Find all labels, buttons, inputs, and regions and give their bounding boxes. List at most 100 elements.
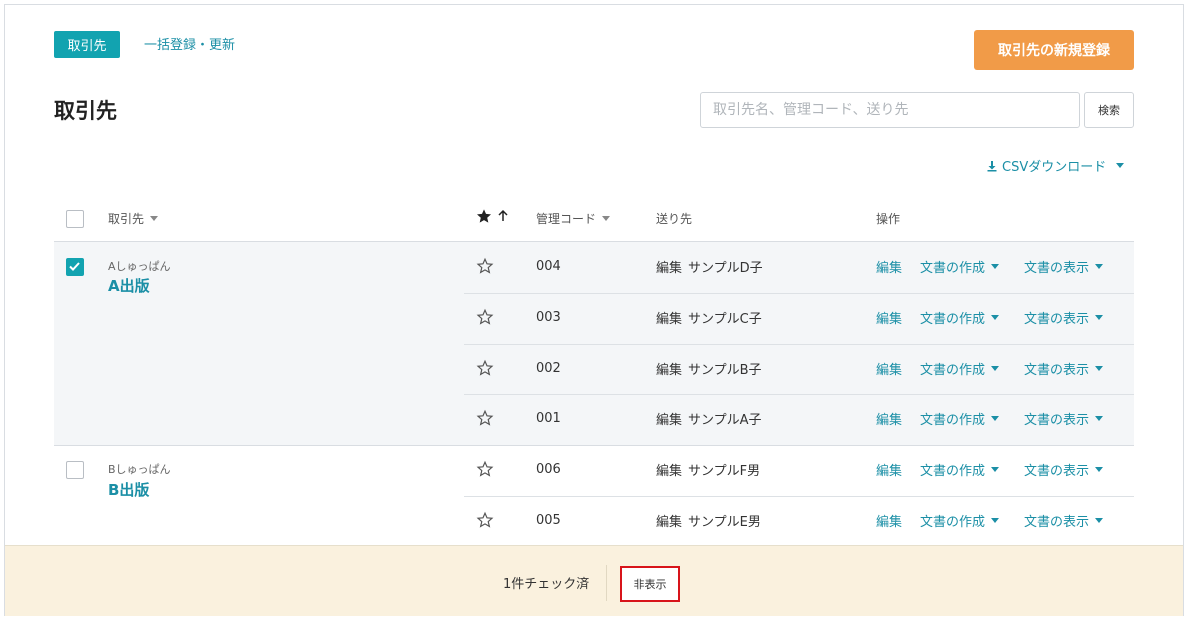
destination-edit-link[interactable]: 編集 [656,359,682,378]
row-divider [464,394,1134,395]
chevron-down-icon [991,314,1000,320]
show-document-dropdown[interactable]: 文書の表示 [1024,510,1104,530]
selection-footer [5,545,1183,616]
destination-cell: 編集 サンプルB子 [656,358,762,378]
create-document-dropdown[interactable]: 文書の作成 [920,459,1000,479]
chevron-down-icon [991,365,1000,371]
chevron-down-icon [1095,365,1104,371]
show-document-label: 文書の表示 [1024,260,1090,276]
show-document-dropdown[interactable]: 文書の表示 [1024,256,1104,276]
destination-name: サンプルA子 [688,412,762,428]
row-divider [464,496,1134,497]
arrow-up-icon [498,209,508,221]
header-code-label: 管理コード [536,212,597,226]
header-partner-label: 取引先 [108,212,145,226]
code-cell: 006 [536,461,561,477]
edit-link[interactable]: 編集 [876,256,902,276]
checked-count: 1件チェック済 [503,577,590,592]
show-document-dropdown[interactable]: 文書の表示 [1024,307,1104,327]
edit-link[interactable]: 編集 [876,459,902,479]
edit-link[interactable]: 編集 [876,408,902,428]
partner-name-link[interactable]: A出版 [108,275,150,296]
csv-download-dropdown[interactable]: CSVダウンロード [986,156,1125,175]
check-icon [69,262,80,271]
code-cell: 001 [536,410,561,426]
divider [606,565,607,601]
edit-link[interactable]: 編集 [876,358,902,378]
destination-name: サンプルB子 [688,362,762,378]
chevron-down-icon [991,263,1000,269]
star-outline-icon[interactable] [476,460,494,478]
star-outline-icon[interactable] [476,409,494,427]
header-destination: 送り先 [656,212,693,226]
new-partner-button[interactable]: 取引先の新規登録 [974,30,1134,70]
sort-caret-icon [150,216,159,221]
show-document-label: 文書の表示 [1024,362,1090,378]
chevron-down-icon [991,415,1000,421]
hide-button[interactable]: 非表示 [620,566,680,602]
chevron-down-icon [1095,466,1104,472]
show-document-dropdown[interactable]: 文書の表示 [1024,459,1104,479]
search-button[interactable]: 検索 [1084,92,1134,128]
destination-name: サンプルD子 [688,260,763,276]
divider [54,445,1134,446]
destination-cell: 編集 サンプルD子 [656,256,763,276]
destination-edit-link[interactable]: 編集 [656,511,682,530]
row-checkbox-a[interactable] [66,258,84,276]
destination-name: サンプルE男 [688,514,761,530]
star-outline-icon[interactable] [476,359,494,377]
create-document-label: 文書の作成 [920,311,986,327]
destination-edit-link[interactable]: 編集 [656,460,682,479]
code-cell: 002 [536,360,561,376]
destination-edit-link[interactable]: 編集 [656,409,682,428]
partner-kana: Bしゅっぱん [108,463,171,476]
chevron-down-icon [1116,163,1125,168]
destination-edit-link[interactable]: 編集 [656,257,682,276]
chevron-down-icon [1095,314,1104,320]
create-document-label: 文書の作成 [920,463,986,479]
star-outline-icon[interactable] [476,308,494,326]
search-input[interactable] [700,92,1080,128]
show-document-label: 文書の表示 [1024,514,1090,530]
star-outline-icon[interactable] [476,257,494,275]
destination-cell: 編集 サンプルC子 [656,307,762,327]
create-document-label: 文書の作成 [920,260,986,276]
code-cell: 005 [536,512,561,528]
show-document-label: 文書の表示 [1024,463,1090,479]
show-document-label: 文書の表示 [1024,412,1090,428]
create-document-dropdown[interactable]: 文書の作成 [920,408,1000,428]
destination-name: サンプルF男 [688,463,761,479]
tab-bulk-register[interactable]: 一括登録・更新 [144,34,235,53]
create-document-label: 文書の作成 [920,514,986,530]
header-partner[interactable]: 取引先 [108,210,159,227]
show-document-dropdown[interactable]: 文書の表示 [1024,358,1104,378]
edit-link[interactable]: 編集 [876,307,902,327]
destination-cell: 編集 サンプルA子 [656,408,762,428]
star-outline-icon[interactable] [476,511,494,529]
create-document-label: 文書の作成 [920,362,986,378]
destination-cell: 編集 サンプルF男 [656,459,760,479]
partner-name-link[interactable]: B出版 [108,479,149,500]
star-filled-icon [477,209,491,223]
chevron-down-icon [1095,517,1104,523]
create-document-dropdown[interactable]: 文書の作成 [920,510,1000,530]
tab-partners[interactable]: 取引先 [54,31,120,58]
edit-link[interactable]: 編集 [876,510,902,530]
destination-edit-link[interactable]: 編集 [656,308,682,327]
create-document-dropdown[interactable]: 文書の作成 [920,256,1000,276]
header-code[interactable]: 管理コード [536,210,611,227]
row-divider [464,344,1134,345]
select-all-checkbox[interactable] [66,210,84,228]
show-document-dropdown[interactable]: 文書の表示 [1024,408,1104,428]
code-cell: 004 [536,258,561,274]
header-favorite-sort[interactable] [476,208,510,224]
create-document-dropdown[interactable]: 文書の作成 [920,307,1000,327]
partner-kana: Aしゅっぱん [108,260,171,273]
row-checkbox-b[interactable] [66,461,84,479]
create-document-dropdown[interactable]: 文書の作成 [920,358,1000,378]
csv-download-label: CSVダウンロード [1002,160,1107,175]
download-icon [987,160,997,171]
code-cell: 003 [536,309,561,325]
chevron-down-icon [991,466,1000,472]
destination-cell: 編集 サンプルE男 [656,510,761,530]
